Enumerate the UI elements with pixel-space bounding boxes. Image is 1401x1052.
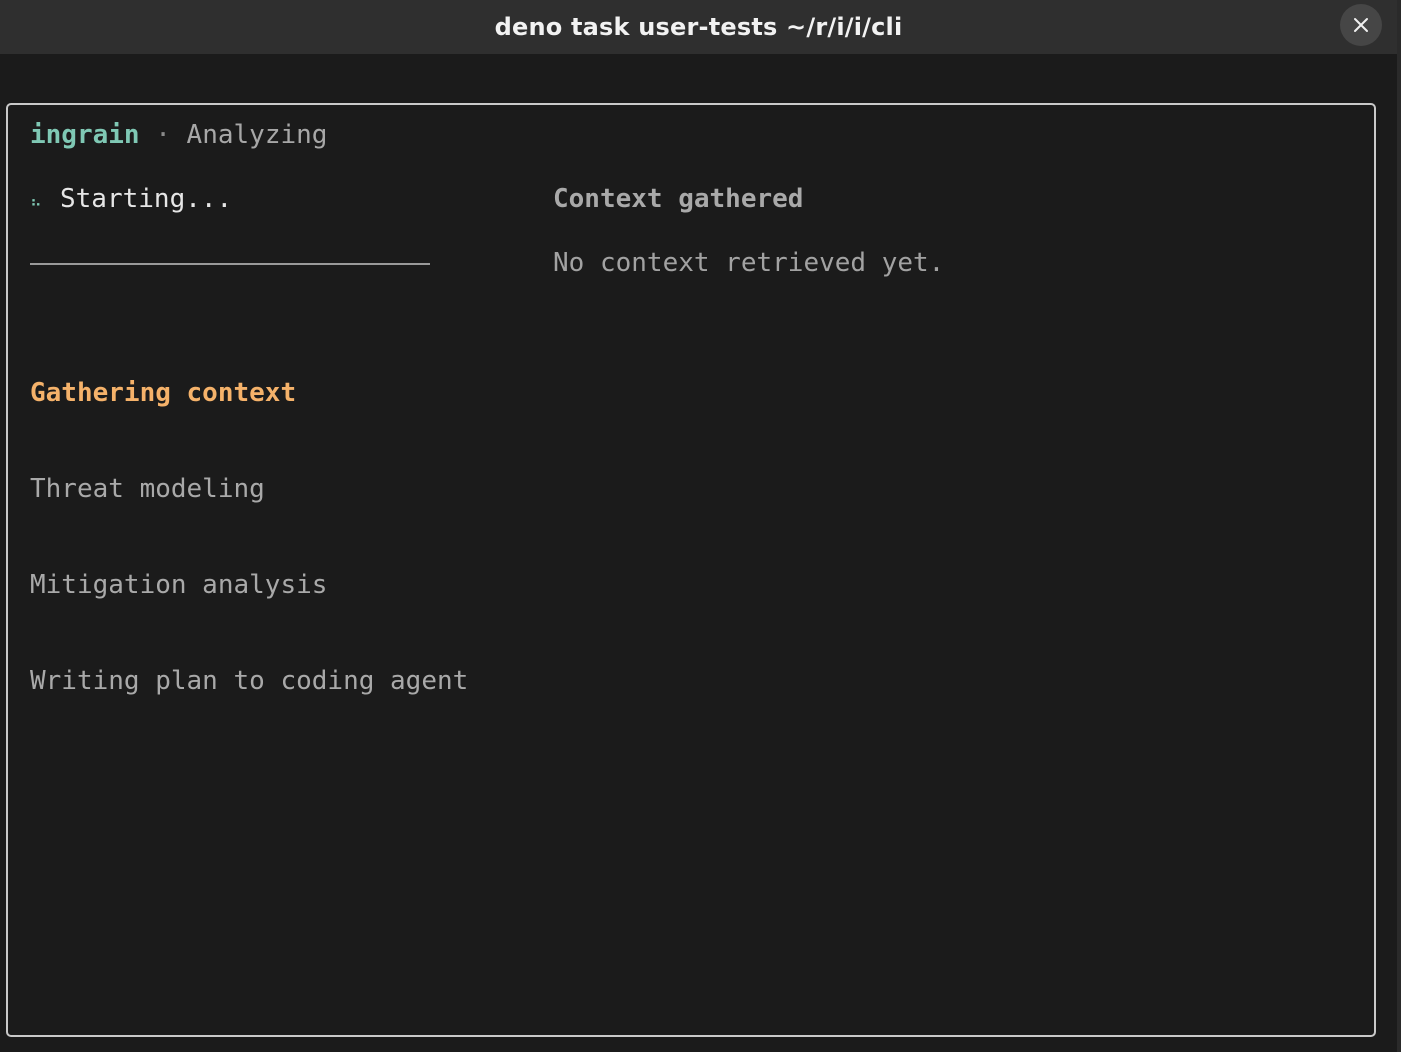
progress-message: Starting... xyxy=(60,184,233,214)
header-separator: · xyxy=(155,120,171,150)
step-item-mitigation-analysis: Mitigation analysis xyxy=(30,570,328,600)
progress-line: ⠦ Starting... xyxy=(30,183,232,218)
terminal-area[interactable]: ingrain · Analyzing ⠦ Starting... Gatheri… xyxy=(0,54,1397,1052)
step-item-writing-plan: Writing plan to coding agent xyxy=(30,666,469,696)
app-header: ingrain · Analyzing xyxy=(30,119,327,151)
context-empty-message: No context retrieved yet. xyxy=(553,248,945,278)
step-item-gathering-context: Gathering context xyxy=(30,378,297,408)
step-list: Gathering context Threat modeling Mitiga… xyxy=(30,313,468,761)
window-title: deno task user-tests ~/r/i/i/cli xyxy=(494,13,903,41)
title-bar: deno task user-tests ~/r/i/i/cli xyxy=(0,0,1397,54)
brand-name: ingrain xyxy=(30,120,140,150)
tui-panel: ingrain · Analyzing ⠦ Starting... Gatheri… xyxy=(6,103,1376,1037)
close-icon xyxy=(1354,18,1368,32)
context-panel-title: Context gathered xyxy=(553,184,804,214)
window-edge xyxy=(1397,0,1401,1052)
app-status: Analyzing xyxy=(186,120,328,150)
section-divider xyxy=(30,263,430,265)
close-button[interactable] xyxy=(1340,4,1382,46)
spinner-icon: ⠦ xyxy=(30,192,42,211)
terminal-window: deno task user-tests ~/r/i/i/cli ingrain… xyxy=(0,0,1401,1052)
step-item-threat-modeling: Threat modeling xyxy=(30,474,265,504)
